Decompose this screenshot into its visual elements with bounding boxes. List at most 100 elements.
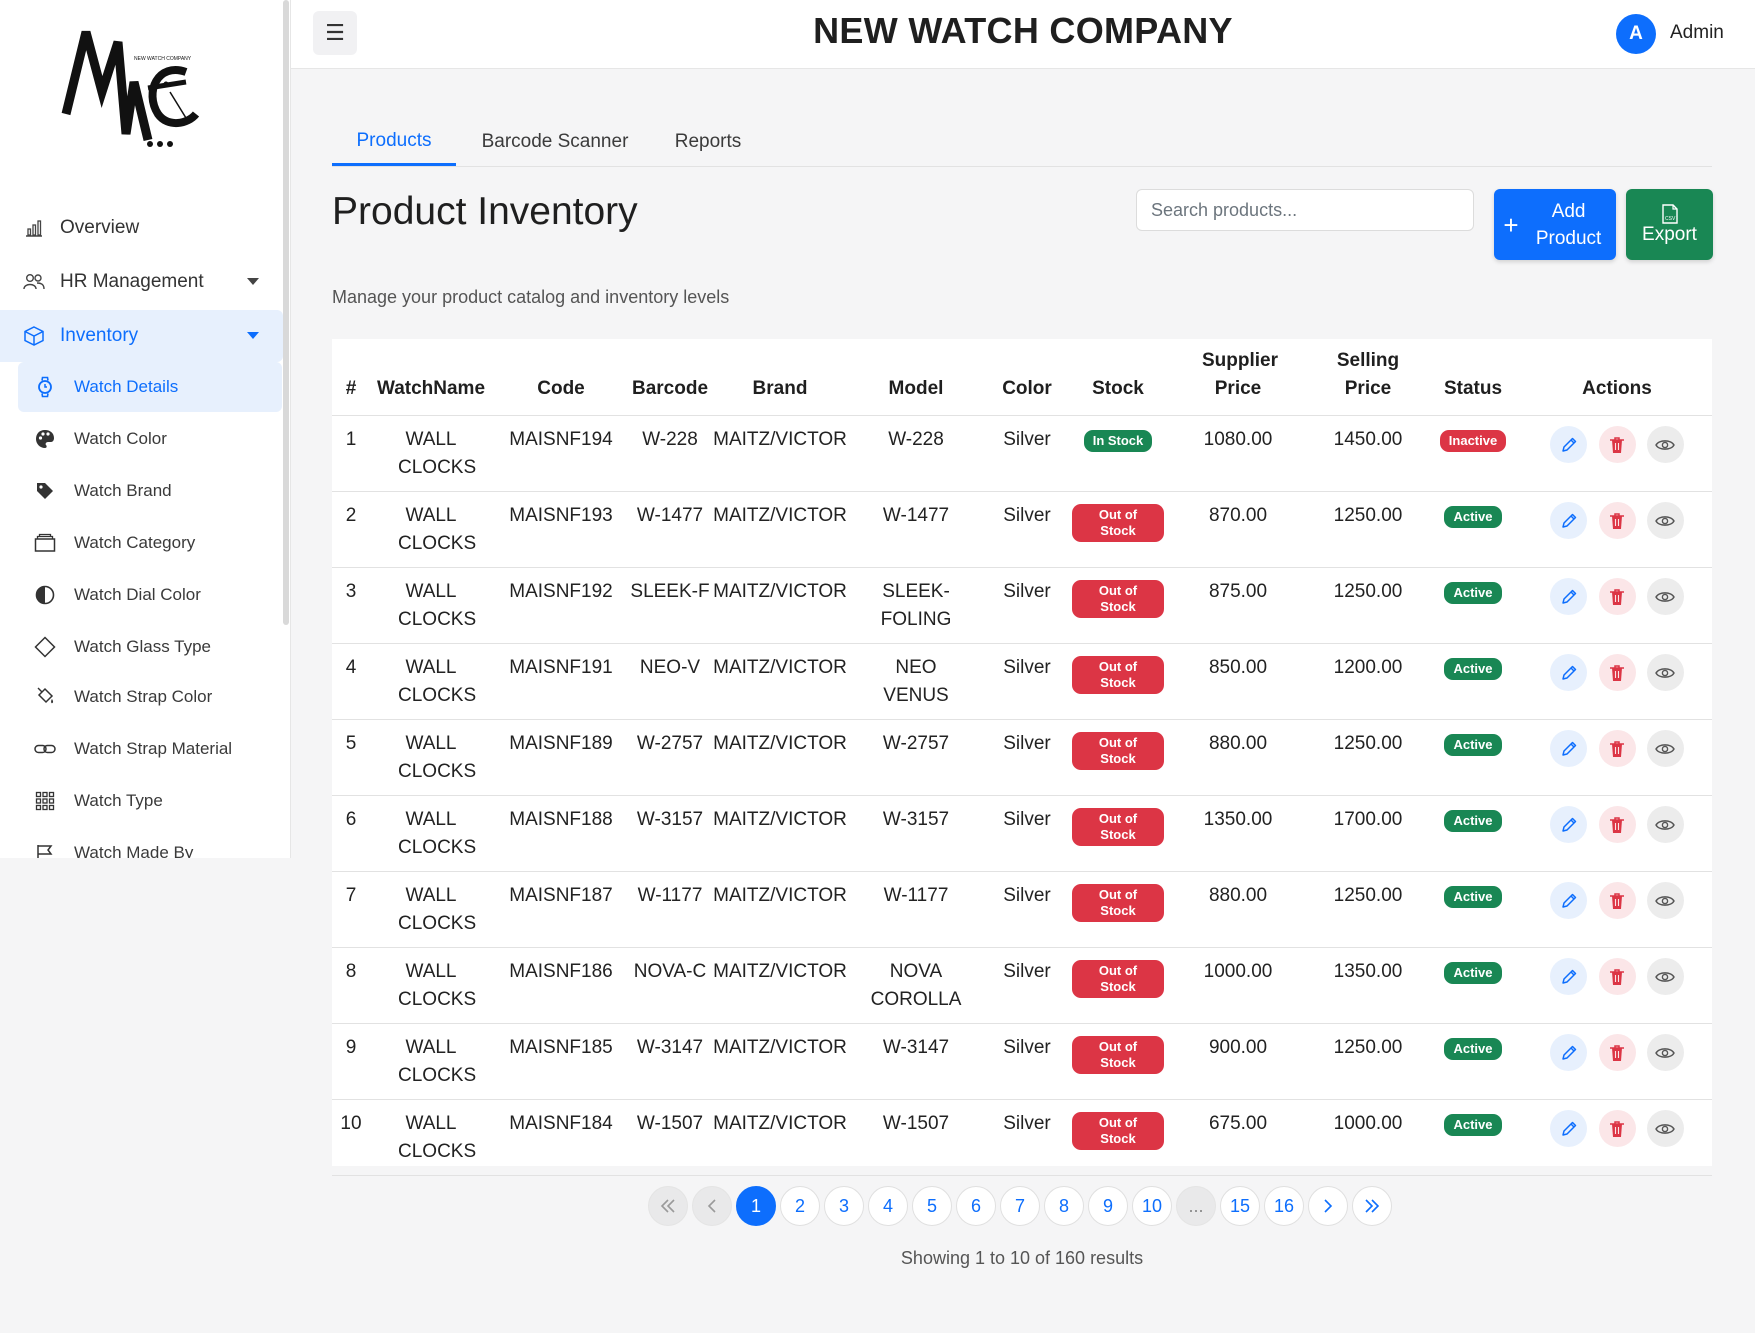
view-button[interactable]: [1646, 806, 1684, 843]
search-input[interactable]: [1136, 189, 1474, 231]
cell-brand: MAITZ/VICTOR: [710, 871, 850, 948]
edit-button[interactable]: [1550, 1110, 1588, 1147]
edit-button[interactable]: [1550, 1034, 1588, 1071]
page-button[interactable]: 9: [1088, 1186, 1128, 1226]
edit-button[interactable]: [1550, 806, 1588, 843]
delete-button[interactable]: [1598, 730, 1636, 767]
tab-products[interactable]: Products: [332, 118, 456, 166]
edit-button[interactable]: [1550, 578, 1588, 615]
page-button[interactable]: 2: [780, 1186, 820, 1226]
cell-selling-price: 1350.00: [1312, 947, 1424, 1024]
edit-button[interactable]: [1550, 882, 1588, 919]
page-button[interactable]: 3: [824, 1186, 864, 1226]
sidebar-scrollbar[interactable]: [283, 0, 289, 625]
sidebar-item-watch-made-by[interactable]: Watch Made By: [18, 828, 282, 858]
sidebar-item-watch-glass-type[interactable]: Watch Glass Type: [18, 622, 282, 672]
eye-icon: [1655, 1047, 1676, 1058]
eye-icon: [1655, 667, 1676, 678]
sidebar-item-watch-color[interactable]: Watch Color: [18, 414, 282, 464]
delete-button[interactable]: [1598, 578, 1636, 615]
status-badge: Active: [1444, 962, 1502, 984]
edit-button[interactable]: [1550, 654, 1588, 691]
col-header-supplier-price[interactable]: Supplier Price: [1164, 339, 1312, 416]
col-header-selling-price[interactable]: Selling Price: [1312, 339, 1424, 416]
view-button[interactable]: [1646, 958, 1684, 995]
delete-button[interactable]: [1598, 882, 1636, 919]
page-button[interactable]: 10: [1132, 1186, 1172, 1226]
last-page-button[interactable]: [1352, 1186, 1392, 1226]
sidebar-item-overview[interactable]: Overview: [0, 202, 283, 254]
col-header-barcode[interactable]: Barcode: [630, 339, 710, 416]
cell-selling-price: 1450.00: [1312, 415, 1424, 492]
page-button[interactable]: 16: [1264, 1186, 1304, 1226]
export-button[interactable]: CSV Export: [1626, 189, 1713, 260]
page-button[interactable]: 8: [1044, 1186, 1084, 1226]
col-header-watchname[interactable]: WatchName: [370, 339, 492, 416]
first-page-button[interactable]: [648, 1186, 688, 1226]
page-button[interactable]: 6: [956, 1186, 996, 1226]
col-header-status[interactable]: Status: [1424, 339, 1522, 416]
stock-badge: Out of Stock: [1072, 960, 1164, 998]
view-button[interactable]: [1646, 578, 1684, 615]
half-circle-icon: [34, 584, 56, 606]
view-button[interactable]: [1646, 502, 1684, 539]
view-button[interactable]: [1646, 654, 1684, 691]
delete-button[interactable]: [1598, 1034, 1636, 1071]
sidebar-item-watch-details[interactable]: Watch Details: [18, 362, 282, 412]
product-table: # WatchName Code Barcode Brand Model Col…: [332, 339, 1712, 1176]
view-button[interactable]: [1646, 1034, 1684, 1071]
sidebar-item-inventory[interactable]: Inventory: [0, 310, 283, 362]
sidebar-item-label: Watch Strap Material: [74, 739, 233, 758]
hamburger-menu-button[interactable]: ☰: [313, 11, 357, 55]
cell-actions: [1522, 871, 1712, 948]
sidebar-item-label: Watch Category: [74, 533, 196, 552]
prev-page-button[interactable]: [692, 1186, 732, 1226]
trash-icon: [1610, 740, 1624, 757]
col-header-stock[interactable]: Stock: [1072, 339, 1164, 416]
tab-reports[interactable]: Reports: [662, 118, 754, 166]
delete-button[interactable]: [1598, 1110, 1636, 1147]
delete-button[interactable]: [1598, 502, 1636, 539]
user-name[interactable]: Admin: [1670, 22, 1724, 44]
page-button[interactable]: 7: [1000, 1186, 1040, 1226]
sidebar-item-watch-strap-color[interactable]: Watch Strap Color: [18, 672, 282, 722]
tab-barcode-scanner[interactable]: Barcode Scanner: [466, 118, 644, 166]
sidebar-item-watch-brand[interactable]: Watch Brand: [18, 466, 282, 516]
next-page-button[interactable]: [1308, 1186, 1348, 1226]
cell-watchname: WALL CLOCKS: [370, 871, 492, 948]
page-button[interactable]: 4: [868, 1186, 908, 1226]
col-header-brand[interactable]: Brand: [710, 339, 850, 416]
delete-button[interactable]: [1598, 958, 1636, 995]
delete-button[interactable]: [1598, 654, 1636, 691]
delete-button[interactable]: [1598, 426, 1636, 463]
page-button[interactable]: 1: [736, 1186, 776, 1226]
edit-button[interactable]: [1550, 958, 1588, 995]
cell-status: Active: [1424, 643, 1522, 720]
page-button[interactable]: 5: [912, 1186, 952, 1226]
page-button[interactable]: 15: [1220, 1186, 1260, 1226]
view-button[interactable]: [1646, 730, 1684, 767]
stock-badge: Out of Stock: [1072, 1036, 1164, 1074]
avatar[interactable]: A: [1616, 14, 1656, 54]
sidebar-item-watch-dial-color[interactable]: Watch Dial Color: [18, 570, 282, 620]
sidebar-item-watch-strap-material[interactable]: Watch Strap Material: [18, 724, 282, 774]
sidebar-item-watch-type[interactable]: Watch Type: [18, 776, 282, 826]
company-logo[interactable]: NEW WATCH COMPANY: [58, 22, 218, 162]
view-button[interactable]: [1646, 1110, 1684, 1147]
edit-button[interactable]: [1550, 426, 1588, 463]
sidebar-item-hr-management[interactable]: HR Management: [0, 256, 283, 308]
cell-num: 3: [332, 567, 370, 644]
cell-model: SLEEK-FOLING: [850, 567, 982, 644]
view-button[interactable]: [1646, 426, 1684, 463]
edit-button[interactable]: [1550, 502, 1588, 539]
col-header-color[interactable]: Color: [982, 339, 1072, 416]
col-header-code[interactable]: Code: [492, 339, 630, 416]
sidebar-item-watch-category[interactable]: Watch Category: [18, 518, 282, 568]
view-button[interactable]: [1646, 882, 1684, 919]
col-header-model[interactable]: Model: [850, 339, 982, 416]
edit-button[interactable]: [1550, 730, 1588, 767]
delete-button[interactable]: [1598, 806, 1636, 843]
add-product-button[interactable]: + Add Product: [1494, 189, 1616, 260]
cell-watchname: WALL CLOCKS: [370, 1023, 492, 1100]
table-row: 10 WALL CLOCKS MAISNF184 W-1507 MAITZ/VI…: [332, 1099, 1712, 1176]
